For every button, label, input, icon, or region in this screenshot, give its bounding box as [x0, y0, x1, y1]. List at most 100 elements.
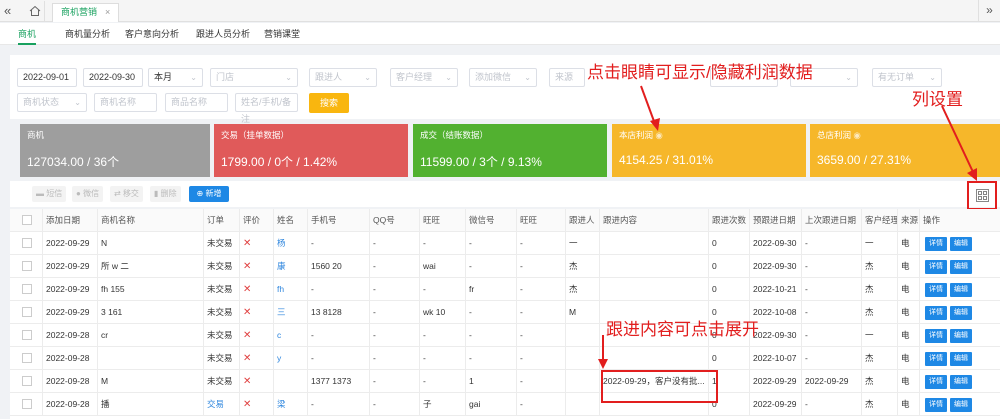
- edit-button[interactable]: 编辑: [950, 260, 972, 274]
- cell-person[interactable]: [274, 370, 308, 393]
- eye-icon[interactable]: ◉: [655, 130, 662, 140]
- col-header[interactable]: 来源: [898, 209, 920, 232]
- col-header[interactable]: 评价: [240, 209, 274, 232]
- table-row[interactable]: 2022-09-28 cr 未交易 ✕ c - - - - -0 2022-09-30- 一电详情 编辑: [10, 324, 1000, 347]
- col-header[interactable]: 订单: [204, 209, 240, 232]
- detail-button[interactable]: 详情: [925, 329, 947, 343]
- manager-select[interactable]: 客户经理 ⌄: [390, 68, 458, 87]
- tab-close-icon[interactable]: ×: [105, 7, 110, 17]
- source-select[interactable]: 来源: [549, 68, 585, 87]
- row-checkbox[interactable]: [22, 307, 32, 317]
- date-start-input[interactable]: 2022-09-01: [17, 68, 77, 87]
- row-checkbox[interactable]: [22, 284, 32, 294]
- stat-card-title: 交易（挂单数据）: [221, 130, 290, 140]
- table-row[interactable]: 2022-09-29 N 未交易 ✕ 杨 - - - - - 一 0 2022-09-30- 一电详情 编辑: [10, 232, 1000, 255]
- delete-button[interactable]: ▮ 删除: [150, 186, 181, 202]
- col-header[interactable]: 跟进次数: [709, 209, 750, 232]
- col-header[interactable]: 旺旺: [517, 209, 566, 232]
- cell-person[interactable]: 三: [274, 301, 308, 324]
- wechat-select[interactable]: 添加微信 ⌄: [469, 68, 537, 87]
- subnav-intent-analysis[interactable]: 客户意向分析: [125, 23, 179, 45]
- row-checkbox[interactable]: [22, 261, 32, 271]
- status-select[interactable]: 商机状态 ⌄: [17, 93, 87, 112]
- cell-content[interactable]: [600, 347, 709, 370]
- col-header[interactable]: 添加日期: [43, 209, 98, 232]
- transfer-button[interactable]: ⇄ 移交: [110, 186, 143, 202]
- stat-card-value: 3659.00 / 27.31%: [817, 153, 912, 167]
- col-header[interactable]: 旺旺: [420, 209, 466, 232]
- edit-button[interactable]: 编辑: [950, 398, 972, 412]
- edit-button[interactable]: 编辑: [950, 237, 972, 251]
- scroll-left-icon[interactable]: «: [4, 3, 11, 18]
- edit-button[interactable]: 编辑: [950, 306, 972, 320]
- row-checkbox[interactable]: [22, 353, 32, 363]
- cell-person[interactable]: 杨: [274, 232, 308, 255]
- edit-button[interactable]: 编辑: [950, 283, 972, 297]
- cell-order: 未交易: [204, 255, 240, 278]
- scroll-right-icon[interactable]: »: [978, 0, 1000, 22]
- edit-button[interactable]: 编辑: [950, 329, 972, 343]
- store-select[interactable]: 门店 ⌄: [210, 68, 298, 87]
- row-checkbox[interactable]: [22, 376, 32, 386]
- product-name-input[interactable]: 商品名称: [165, 93, 228, 112]
- table-row[interactable]: 2022-09-28 未交易 ✕ y - - - - -0 2022-10-07- 杰电详情 编辑: [10, 347, 1000, 370]
- row-checkbox[interactable]: [22, 330, 32, 340]
- cell-person[interactable]: y: [274, 347, 308, 370]
- date-end-input[interactable]: 2022-09-30: [83, 68, 143, 87]
- cell-content[interactable]: [600, 278, 709, 301]
- search-button[interactable]: 搜索: [309, 93, 349, 113]
- col-header[interactable]: 手机号: [308, 209, 370, 232]
- wechat-button[interactable]: ● 微信: [72, 186, 104, 202]
- col-header[interactable]: 上次跟进日期: [802, 209, 862, 232]
- contact-search-input[interactable]: 姓名/手机/备注: [235, 93, 298, 124]
- row-checkbox[interactable]: [22, 399, 32, 409]
- detail-button[interactable]: 详情: [925, 237, 947, 251]
- col-header[interactable]: 姓名: [274, 209, 308, 232]
- opportunity-name-input[interactable]: 商机名称: [94, 93, 157, 112]
- col-header[interactable]: 微信号: [466, 209, 517, 232]
- column-settings-button[interactable]: [967, 181, 997, 210]
- detail-button[interactable]: 详情: [925, 352, 947, 366]
- table-row[interactable]: 2022-09-29 fh 155 未交易 ✕ fh - - - fr - 杰 0 2022-10-21…: [10, 278, 1000, 301]
- add-button[interactable]: ⊕ 新增: [189, 186, 229, 202]
- detail-button[interactable]: 详情: [925, 375, 947, 389]
- cell-person[interactable]: 梁: [274, 393, 308, 416]
- col-header[interactable]: 客户经理: [862, 209, 898, 232]
- follower-select[interactable]: 跟进人 ⌄: [309, 68, 377, 87]
- detail-button[interactable]: 详情: [925, 283, 947, 297]
- eye-icon[interactable]: ◉: [853, 130, 860, 140]
- table-row[interactable]: 2022-09-28 播交易 ✕ 梁 - - 子 gai -0 2022-09-29- 杰电详情 编辑: [10, 393, 1000, 416]
- cell-content[interactable]: [600, 232, 709, 255]
- subnav-marketing-class[interactable]: 营销课堂: [264, 23, 300, 45]
- subnav-staff-analysis[interactable]: 跟进人员分析: [196, 23, 250, 45]
- col-header[interactable]: 预跟进日期: [750, 209, 802, 232]
- row-checkbox[interactable]: [22, 238, 32, 248]
- select-all-checkbox[interactable]: [22, 215, 32, 225]
- table-row[interactable]: 2022-09-28 M 未交易 ✕ 1377 1373- -1-2022-09-29，客…: [10, 370, 1000, 393]
- sms-button[interactable]: ▬ 短信: [32, 186, 67, 202]
- col-header[interactable]: 商机名称: [98, 209, 204, 232]
- subnav-opportunity[interactable]: 商机: [18, 23, 37, 45]
- stat-card-transaction: 交易（挂单数据） 1799.00 / 0个 / 1.42%: [214, 124, 408, 177]
- col-header[interactable]: QQ号: [370, 209, 420, 232]
- detail-button[interactable]: 详情: [925, 306, 947, 320]
- chevron-down-icon: ⌄: [190, 73, 197, 82]
- cell-count: 0: [709, 255, 750, 278]
- tab-business-marketing[interactable]: 商机营销 ×: [52, 3, 120, 22]
- cell-person[interactable]: fh: [274, 278, 308, 301]
- period-select[interactable]: 本月 ⌄: [148, 68, 203, 87]
- table-row[interactable]: 2022-09-29 所 w 二未交易 ✕ 康 1560 20- wai - - 杰 0 2022-…: [10, 255, 1000, 278]
- detail-button[interactable]: 详情: [925, 260, 947, 274]
- cell-person[interactable]: 康: [274, 255, 308, 278]
- detail-button[interactable]: 详情: [925, 398, 947, 412]
- subnav-volume-analysis[interactable]: 商机量分析: [65, 23, 110, 45]
- col-header[interactable]: 跟进人: [566, 209, 600, 232]
- cell-person[interactable]: c: [274, 324, 308, 347]
- col-header[interactable]: 跟进内容: [600, 209, 709, 232]
- cell-content[interactable]: [600, 255, 709, 278]
- edit-button[interactable]: 编辑: [950, 352, 972, 366]
- edit-button[interactable]: 编辑: [950, 375, 972, 389]
- home-icon[interactable]: [25, 1, 45, 21]
- table-row[interactable]: 2022-09-29 3 161 未交易 ✕ 三 13 8128- wk 10- - M 0 202…: [10, 301, 1000, 324]
- manager-placeholder: 客户经理: [396, 72, 433, 82]
